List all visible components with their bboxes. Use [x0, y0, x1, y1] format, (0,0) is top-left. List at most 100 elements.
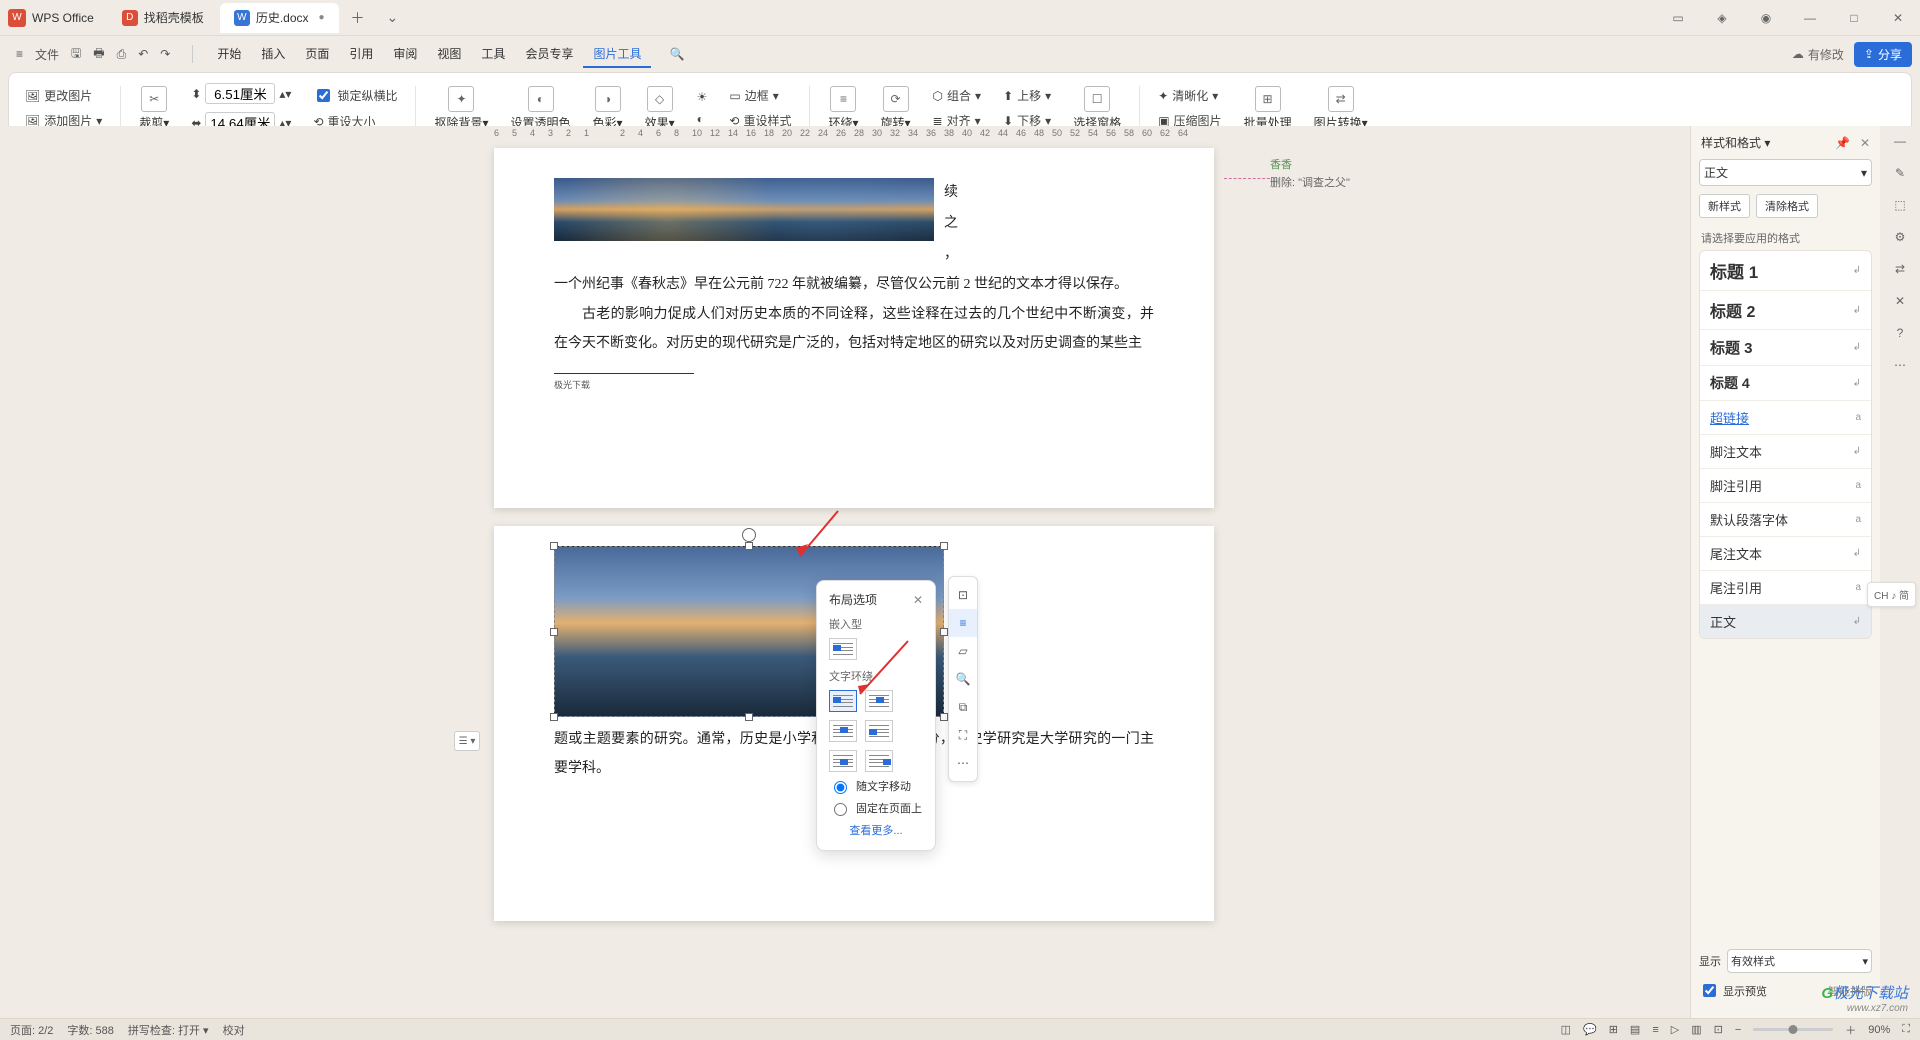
style-item[interactable]: 尾注引用a — [1700, 571, 1871, 605]
ime-indicator[interactable]: CH ♪ 简 — [1867, 582, 1916, 607]
zoom-slider[interactable] — [1753, 1028, 1833, 1031]
change-image-button[interactable]: 🖼更改图片 — [21, 85, 106, 106]
resize-handle-n[interactable] — [745, 542, 753, 550]
resize-handle-sw[interactable] — [550, 713, 558, 721]
menu-icon[interactable]: ≡ — [16, 47, 23, 61]
style-item[interactable]: 标题 4↲ — [1700, 366, 1871, 401]
border-button[interactable]: ▭边框▾ — [725, 85, 795, 106]
brightness-button[interactable]: ☀ — [693, 88, 712, 106]
wrap-topbottom-option[interactable] — [865, 720, 893, 742]
word-count[interactable]: 字数: 588 — [67, 1022, 113, 1038]
menu-图片工具[interactable]: 图片工具 — [583, 41, 651, 68]
style-item[interactable]: 标题 2↲ — [1700, 291, 1871, 330]
pin-icon[interactable]: 📌 — [1835, 136, 1850, 150]
proof-status[interactable]: 校对 — [223, 1022, 245, 1038]
set-transparent-button[interactable]: ◐设置透明色 — [507, 86, 575, 131]
view-web-icon[interactable]: ▤ — [1630, 1023, 1640, 1036]
view-comment-icon[interactable]: 💬 — [1583, 1023, 1597, 1036]
rotate-button[interactable]: ⟳旋转▾ — [877, 86, 915, 131]
spell-check-status[interactable]: 拼写检查: 打开 ▾ — [128, 1022, 209, 1038]
select-pane-button[interactable]: ☐选择窗格 — [1069, 86, 1125, 131]
fit-button[interactable]: ⛶ — [1902, 1023, 1910, 1036]
float-fill-button[interactable]: ⊡ — [949, 581, 977, 609]
wrap-button[interactable]: ≡环绕▾ — [824, 86, 862, 131]
wrap-through-option[interactable] — [829, 720, 857, 742]
save-icon[interactable]: 🖫 — [71, 44, 81, 65]
select-icon[interactable]: ⬚ — [1894, 198, 1905, 212]
float-layout-button[interactable]: ≡ — [949, 609, 977, 637]
style-item[interactable]: 默认段落字体a — [1700, 503, 1871, 537]
page-indicator[interactable]: 页面: 2/2 — [10, 1022, 53, 1038]
preview-checkbox[interactable]: 显示预览 — [1699, 981, 1767, 1000]
style-item[interactable]: 标题 1↲ — [1700, 251, 1871, 291]
view-outline-icon[interactable]: ≡ — [1652, 1024, 1658, 1036]
menu-视图[interactable]: 视图 — [427, 41, 471, 68]
view-nav-icon[interactable]: ⊞ — [1609, 1023, 1618, 1036]
resize-handle-e[interactable] — [940, 628, 948, 636]
settings-icon[interactable]: ⚙ — [1895, 230, 1906, 244]
close-button[interactable]: ✕ — [1884, 11, 1912, 25]
float-copy-button[interactable]: ⧉ — [949, 693, 977, 721]
move-with-text-radio[interactable]: 随文字移动 — [829, 778, 923, 794]
lock-ratio-checkbox[interactable]: 锁定纵横比 — [309, 84, 401, 107]
see-more-link[interactable]: 查看更多... — [849, 825, 902, 837]
undo-icon[interactable]: ↶ — [138, 47, 148, 61]
minimize-button[interactable]: — — [1796, 11, 1824, 25]
wrap-tight-option[interactable] — [865, 690, 893, 712]
combine-button[interactable]: ⬡组合▾ — [929, 85, 986, 106]
tab-templates[interactable]: D 找稻壳模板 — [108, 3, 218, 33]
remove-bg-button[interactable]: ✦抠除背景▾ — [430, 86, 492, 131]
more-icon[interactable]: ⋯ — [1894, 358, 1906, 372]
wrap-behind-option[interactable] — [829, 750, 857, 772]
batch-button[interactable]: ⊞批量处理 — [1240, 86, 1296, 131]
tab-document[interactable]: W 历史.docx ● — [220, 3, 339, 33]
style-item[interactable]: 正文↲ — [1700, 605, 1871, 638]
resize-handle-w[interactable] — [550, 628, 558, 636]
tab-menu-button[interactable]: ⌄ — [377, 9, 409, 26]
float-ocr-button[interactable]: ⛶ — [949, 721, 977, 749]
collapse-icon[interactable]: — — [1894, 134, 1906, 148]
maximize-button[interactable]: □ — [1840, 11, 1868, 25]
float-crop-button[interactable]: ▱ — [949, 637, 977, 665]
transfer-icon[interactable]: ⇄ — [1895, 262, 1905, 276]
help-icon[interactable]: ? — [1897, 326, 1904, 340]
crop-button[interactable]: ✂ 裁剪▾ — [135, 86, 173, 131]
height-input[interactable] — [205, 83, 275, 104]
zoom-in-button[interactable]: ＋ — [1845, 1022, 1856, 1038]
style-item[interactable]: 脚注引用a — [1700, 469, 1871, 503]
menu-工具[interactable]: 工具 — [471, 41, 515, 68]
style-item[interactable]: 脚注文本↲ — [1700, 435, 1871, 469]
cloud-icon[interactable]: ◈ — [1708, 11, 1736, 25]
print-icon[interactable]: 🖶 — [93, 44, 104, 65]
menu-会员专享[interactable]: 会员专享 — [515, 41, 583, 68]
redo-icon[interactable]: ↷ — [160, 47, 170, 61]
menu-引用[interactable]: 引用 — [339, 41, 383, 68]
effect-button[interactable]: ◇效果▾ — [641, 86, 679, 131]
window-mini-icon[interactable]: ▭ — [1664, 11, 1692, 25]
sharpen-button[interactable]: ✦清晰化▾ — [1154, 85, 1225, 106]
share-button[interactable]: ⇪ 分享 — [1854, 42, 1912, 67]
resize-handle-se[interactable] — [940, 713, 948, 721]
document-image-1[interactable] — [554, 178, 934, 241]
tools-icon[interactable]: ✕ — [1895, 294, 1905, 308]
view-play-icon[interactable]: ▷ — [1671, 1023, 1679, 1036]
show-filter-select[interactable]: 有效样式▾ — [1727, 949, 1872, 973]
menu-页面[interactable]: 页面 — [295, 41, 339, 68]
wrap-inline-option[interactable] — [829, 638, 857, 660]
new-tab-button[interactable]: ＋ — [341, 8, 375, 28]
outline-toggle[interactable]: ☰ ▾ — [454, 731, 480, 751]
fix-on-page-radio[interactable]: 固定在页面上 — [829, 800, 923, 816]
edit-icon[interactable]: ✎ — [1895, 166, 1905, 180]
style-item[interactable]: 超链接a — [1700, 401, 1871, 435]
menu-开始[interactable]: 开始 — [207, 41, 251, 68]
color-button[interactable]: ◑色彩▾ — [589, 86, 627, 131]
convert-button[interactable]: ⇄图片转换▾ — [1310, 86, 1372, 131]
current-style-select[interactable]: 正文▾ — [1699, 159, 1872, 186]
view-readmode-icon[interactable]: ◫ — [1561, 1023, 1571, 1036]
rotate-handle[interactable] — [742, 528, 756, 542]
canvas-area[interactable]: 6543212468101214161820222426283032343638… — [18, 126, 1690, 1018]
new-style-button[interactable]: 新样式 — [1699, 194, 1750, 218]
menu-插入[interactable]: 插入 — [251, 41, 295, 68]
search-icon[interactable]: 🔍 — [669, 47, 684, 61]
resize-handle-ne[interactable] — [940, 542, 948, 550]
